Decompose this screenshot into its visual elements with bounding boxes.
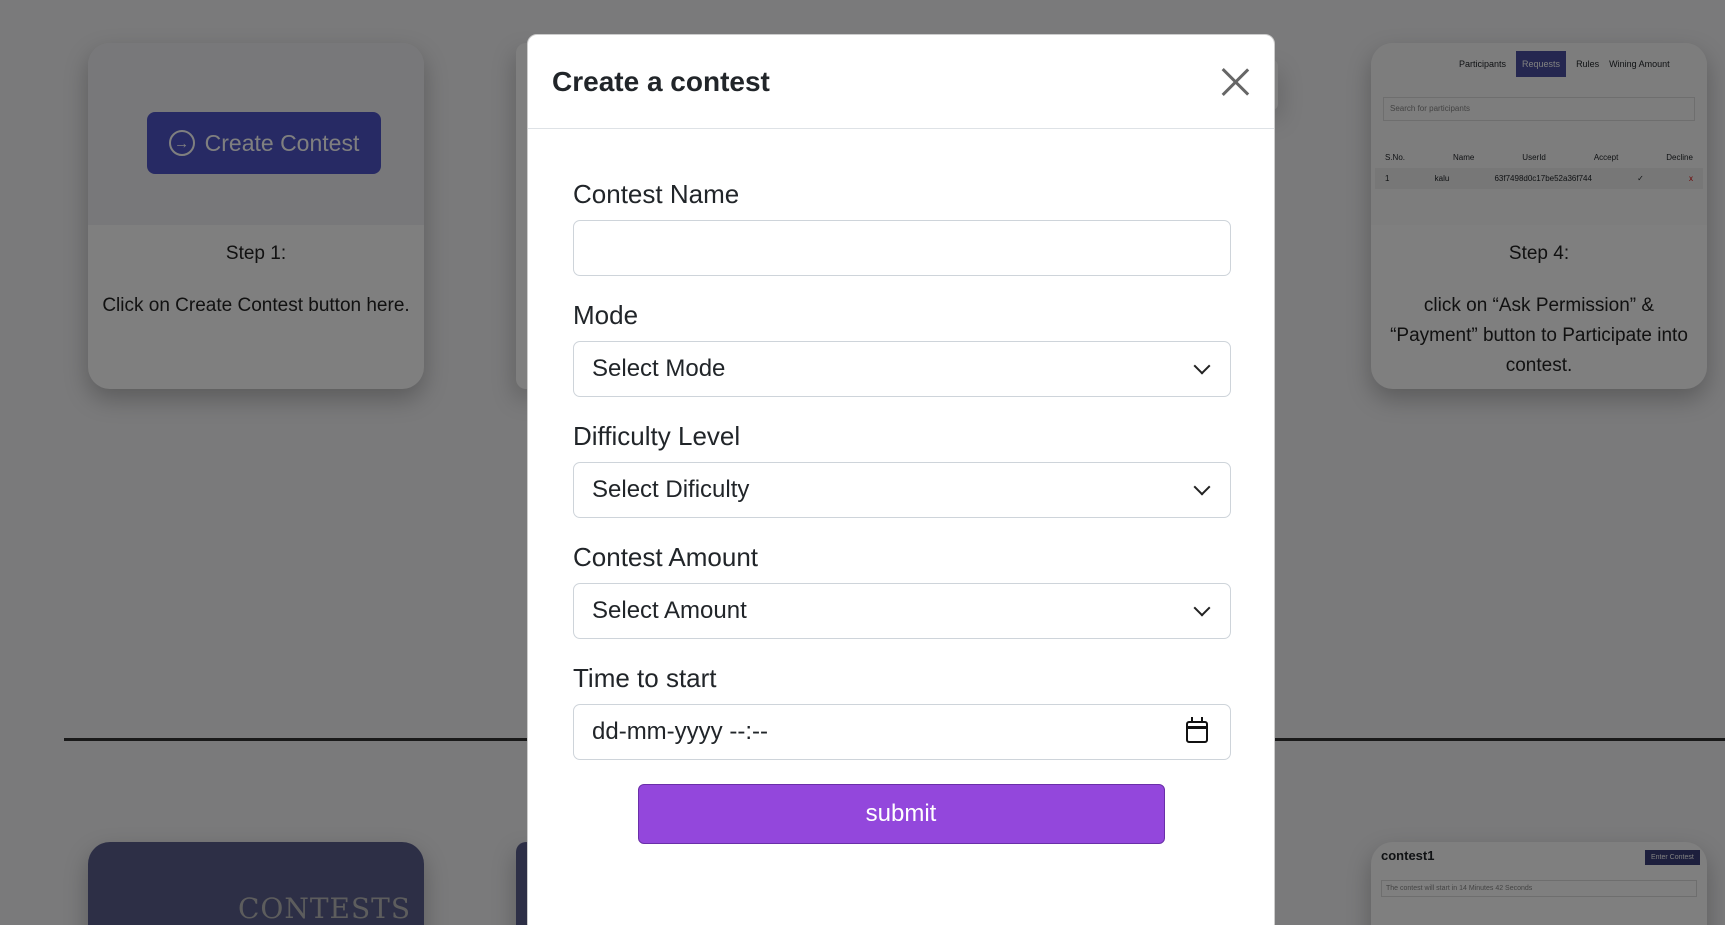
- difficulty-selected-value: Select Dificulty: [592, 476, 750, 503]
- calendar-icon[interactable]: [1186, 717, 1208, 743]
- chevron-down-icon: [1193, 599, 1211, 617]
- time-label: Time to start: [573, 663, 717, 693]
- difficulty-label: Difficulty Level: [573, 421, 741, 451]
- modal-header: Create a contest: [528, 35, 1274, 129]
- contest-name-label: Contest Name: [573, 179, 740, 209]
- mode-label: Mode: [573, 300, 639, 330]
- contest-name-input[interactable]: [573, 220, 1231, 276]
- amount-label: Contest Amount: [573, 542, 758, 572]
- time-placeholder: dd-mm-yyyy --:--: [592, 718, 768, 745]
- amount-field: Contest Amount Select Amount: [573, 542, 1231, 639]
- modal-body: Contest Name Mode Select Mode Difficulty…: [528, 129, 1274, 844]
- amount-select[interactable]: Select Amount: [573, 583, 1231, 639]
- mode-selected-value: Select Mode: [592, 355, 726, 382]
- difficulty-select[interactable]: Select Dificulty: [573, 462, 1231, 518]
- submit-button[interactable]: submit: [637, 784, 1165, 844]
- amount-selected-value: Select Amount: [592, 597, 747, 624]
- mode-select[interactable]: Select Mode: [573, 341, 1231, 397]
- time-field: Time to start dd-mm-yyyy --:--: [573, 663, 1231, 760]
- time-datetime-input[interactable]: dd-mm-yyyy --:--: [573, 704, 1231, 760]
- modal-title: Create a contest: [552, 65, 770, 97]
- create-contest-modal: Create a contest Contest Name Mode Selec…: [527, 34, 1275, 925]
- close-icon[interactable]: [1220, 67, 1250, 97]
- chevron-down-icon: [1193, 357, 1211, 375]
- difficulty-field: Difficulty Level Select Dificulty: [573, 421, 1231, 518]
- mode-field: Mode Select Mode: [573, 300, 1231, 397]
- chevron-down-icon: [1193, 478, 1211, 496]
- contest-name-field: Contest Name: [573, 179, 1231, 276]
